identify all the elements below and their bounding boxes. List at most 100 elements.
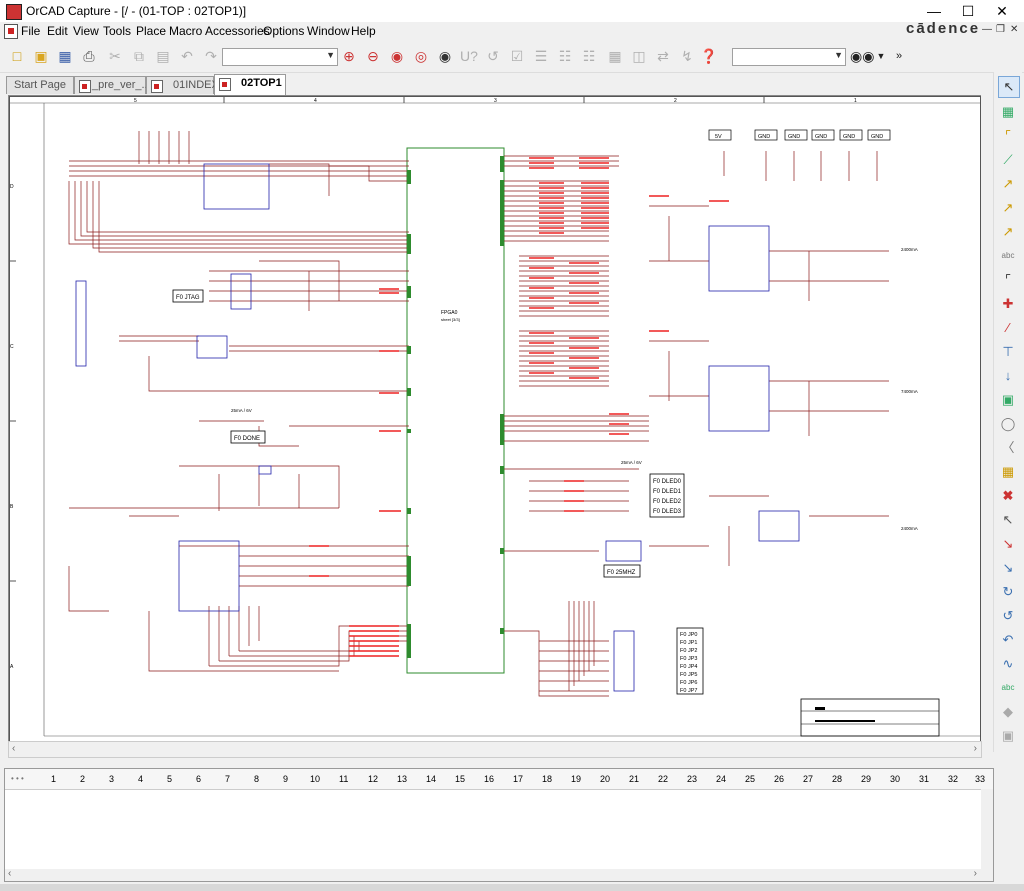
bom-icon[interactable]: ☷ xyxy=(580,47,598,65)
tab-pre-ver[interactable]: _pre_ver_... xyxy=(74,76,151,94)
netlist-icon[interactable]: ☰ xyxy=(532,47,550,65)
new-icon[interactable]: □ xyxy=(8,47,26,65)
text-tool-icon[interactable]: abc xyxy=(998,678,1018,698)
menu-options[interactable]: Options xyxy=(263,24,304,38)
fpga-pin-group xyxy=(407,156,504,658)
close-button[interactable]: ✕ xyxy=(980,0,1024,22)
place-text-icon[interactable]: abc xyxy=(998,246,1018,266)
zoom-all-icon[interactable]: ◎ xyxy=(412,47,430,65)
schematic-canvas[interactable]: 5 4 3 2 1 D C B A FPGA0 sheet [3/3] F0 J… xyxy=(8,95,982,743)
net-box-jp5: F0 JP5 xyxy=(680,672,697,678)
ruler-tick: 7 xyxy=(225,774,231,784)
off-page-connector-icon[interactable]: ▦ xyxy=(998,462,1018,482)
area-select-icon[interactable]: ◫ xyxy=(630,47,648,65)
place-ground-icon[interactable]: ↓ xyxy=(998,366,1018,386)
menu-tools[interactable]: Tools xyxy=(103,24,131,38)
cut-icon[interactable]: ✂ xyxy=(106,47,124,65)
part-combo[interactable]: ▼ xyxy=(222,48,338,66)
toolbar-overflow-icon[interactable]: » xyxy=(890,47,908,65)
mdi-minimize-button[interactable]: — xyxy=(982,24,992,35)
mirror-icon[interactable]: ↺ xyxy=(998,606,1018,626)
arc-icon[interactable]: ↶ xyxy=(998,630,1018,650)
net-box-jp7: F0 JP7 xyxy=(680,688,697,694)
place-pin-icon[interactable]: ↘ xyxy=(998,534,1018,554)
ruler-tick: 32 xyxy=(948,774,959,784)
project-manager-icon[interactable]: ↯ xyxy=(678,47,696,65)
snap-grid-icon[interactable]: ▦ xyxy=(606,47,624,65)
log-vertical-scrollbar[interactable] xyxy=(981,789,993,881)
search-combo[interactable]: ▼ xyxy=(732,48,846,66)
drag-connected-icon[interactable]: ⇄ xyxy=(654,47,672,65)
annotate-icon[interactable]: U? xyxy=(460,47,478,65)
place-line-icon[interactable]: ∕ xyxy=(998,318,1018,338)
open-icon[interactable]: ▣ xyxy=(32,47,50,65)
copy-icon[interactable]: ⧉ xyxy=(130,47,148,65)
place-part-icon[interactable]: ▦ xyxy=(998,102,1018,122)
menu-help[interactable]: Help xyxy=(351,24,376,38)
save-icon[interactable]: ▦ xyxy=(56,47,74,65)
scroll-right-icon[interactable]: › xyxy=(974,743,977,754)
ruler-tick: 4 xyxy=(138,774,144,784)
menu-place[interactable]: Place xyxy=(136,24,166,38)
undo-icon[interactable]: ↶ xyxy=(178,47,196,65)
schematic-drawing[interactable]: 5 4 3 2 1 D C B A FPGA0 sheet [3/3] F0 J… xyxy=(9,96,981,742)
scroll-left-icon[interactable]: ‹ xyxy=(12,743,15,754)
zoom-out-icon[interactable]: ⊖ xyxy=(364,47,382,65)
ruler-tick: 20 xyxy=(600,774,611,784)
help-query-icon[interactable]: ❓ xyxy=(700,47,718,65)
net-label-group xyxy=(309,157,729,657)
rotate-icon[interactable]: ↻ xyxy=(998,582,1018,602)
tab-01index[interactable]: 01INDEX xyxy=(146,76,219,94)
hierarchical-block-icon[interactable]: ▣ xyxy=(998,390,1018,410)
menu-macro[interactable]: Macro xyxy=(169,24,202,38)
canvas-vertical-scrollbar[interactable] xyxy=(981,95,991,741)
menu-accessories[interactable]: Accessories xyxy=(205,24,270,38)
scroll-right-icon[interactable]: › xyxy=(974,868,977,879)
tab-02top1[interactable]: 02TOP1 xyxy=(214,74,286,95)
bus-entry-icon[interactable]: ↗ xyxy=(998,174,1018,194)
no-connect-icon[interactable]: ✚ xyxy=(998,294,1018,314)
session-log[interactable]: • • • 1 2 3 4 5 6 7 8 9 10 11 12 13 14 1… xyxy=(4,768,994,882)
log-horizontal-scrollbar[interactable]: ‹ › xyxy=(5,868,981,881)
tab-start-page[interactable]: Start Page xyxy=(6,76,74,94)
pin-icon[interactable]: ↖ xyxy=(998,510,1018,530)
net-box-jp0: F0 JP0 xyxy=(680,632,697,638)
menu-view[interactable]: View xyxy=(73,24,99,38)
place-junction-icon[interactable]: ↗ xyxy=(998,222,1018,242)
bezier-icon[interactable]: ∿ xyxy=(998,654,1018,674)
back-annotate-icon[interactable]: ↺ xyxy=(484,47,502,65)
eye-icon[interactable]: ◉ xyxy=(436,47,454,65)
search-dropdown-chevron-icon[interactable]: ▼ xyxy=(872,47,890,65)
paste-icon[interactable]: ▤ xyxy=(154,47,172,65)
mdi-restore-button[interactable]: ❐ xyxy=(996,24,1005,35)
menu-window[interactable]: Window xyxy=(307,24,350,38)
place-bus-icon[interactable]: ⟋ xyxy=(998,150,1018,170)
redo-icon[interactable]: ↷ xyxy=(202,47,220,65)
drc-icon[interactable]: ☑ xyxy=(508,47,526,65)
select-arrow-icon[interactable]: ↖ xyxy=(998,76,1020,98)
zoom-area-icon[interactable]: ◉ xyxy=(388,47,406,65)
ruler-tick: 19 xyxy=(571,774,582,784)
mdi-close-button[interactable]: ✕ xyxy=(1010,24,1018,35)
canvas-horizontal-scrollbar[interactable]: ‹ › xyxy=(8,741,982,758)
net-alias-icon[interactable]: ↗ xyxy=(998,198,1018,218)
delete-icon[interactable]: ✖ xyxy=(998,486,1018,506)
fpga-symbol[interactable] xyxy=(406,147,505,674)
image-icon[interactable]: ▣ xyxy=(998,726,1018,746)
ruler-tick: 16 xyxy=(484,774,495,784)
pin-array-icon[interactable]: ↘ xyxy=(998,558,1018,578)
zoom-in-icon[interactable]: ⊕ xyxy=(340,47,358,65)
place-ellipse-icon[interactable]: ◯ xyxy=(998,414,1018,434)
net-label-icon[interactable]: ⌜ xyxy=(998,270,1018,290)
menu-file[interactable]: File xyxy=(21,24,40,38)
place-wire-icon[interactable]: ⌜ xyxy=(998,126,1018,146)
document-icon[interactable] xyxy=(4,24,18,39)
binoculars-icon[interactable]: ◉◉ xyxy=(850,47,874,65)
ieee-symbol-icon[interactable]: ◆ xyxy=(998,702,1018,722)
menu-edit[interactable]: Edit xyxy=(47,24,68,38)
scroll-left-icon[interactable]: ‹ xyxy=(8,868,11,879)
print-icon[interactable]: ⎙ xyxy=(80,47,98,65)
place-polyline-icon[interactable]: 〈 xyxy=(998,438,1018,458)
cross-reference-icon[interactable]: ☷ xyxy=(556,47,574,65)
place-power-icon[interactable]: ⊤ xyxy=(998,342,1018,362)
